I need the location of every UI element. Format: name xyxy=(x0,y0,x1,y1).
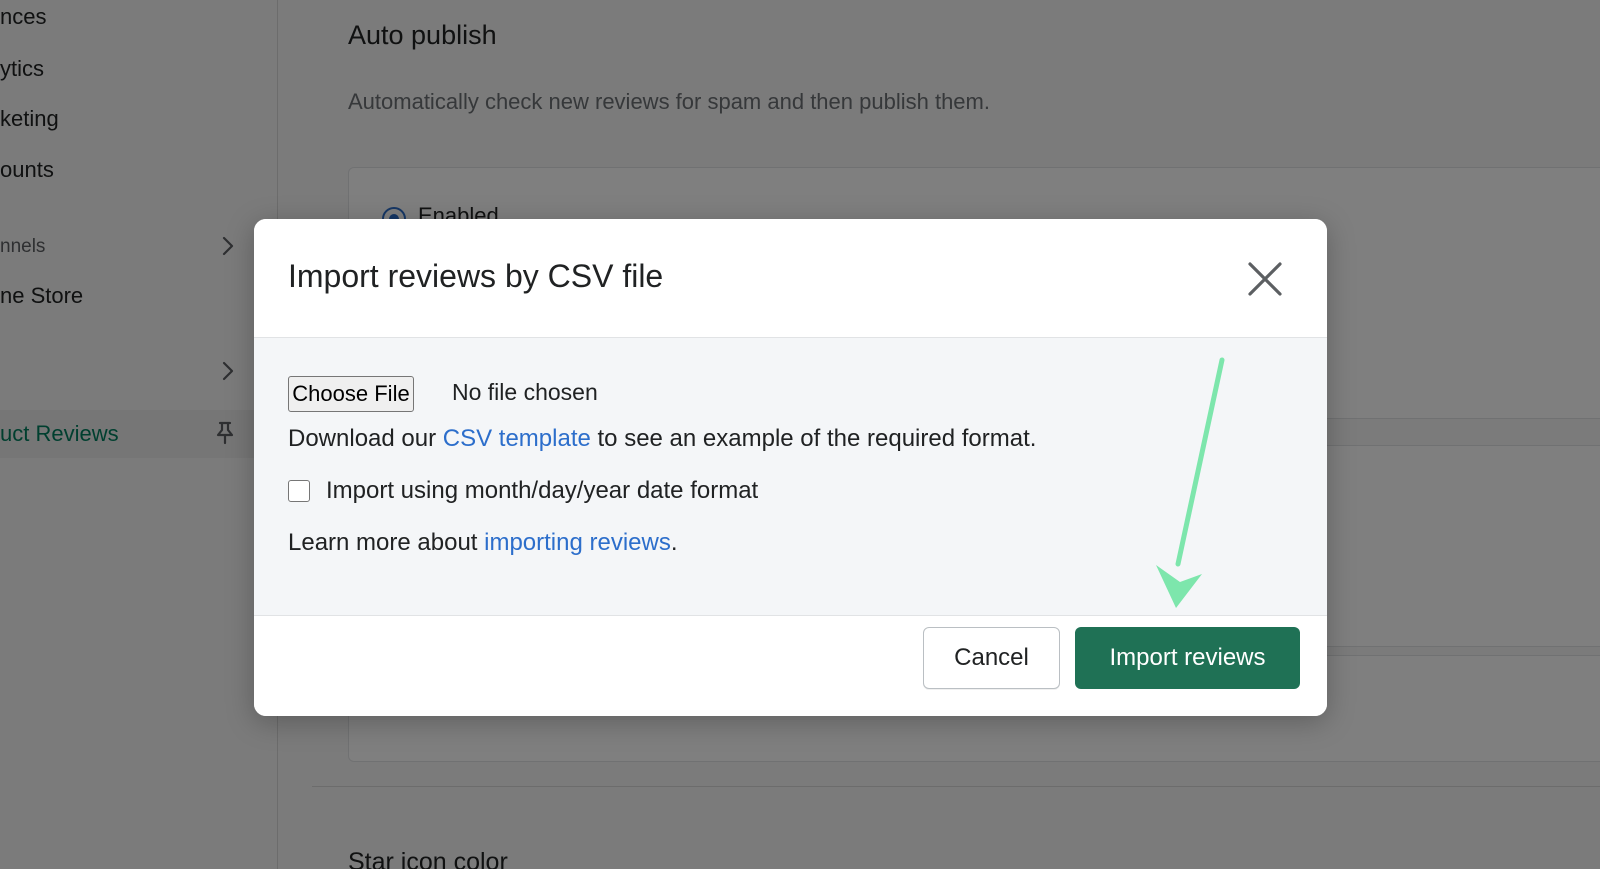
csv-template-hint: Download our CSV template to see an exam… xyxy=(288,425,1036,453)
modal-title: Import reviews by CSV file xyxy=(288,258,664,294)
date-format-checkbox-label[interactable]: Import using month/day/year date format xyxy=(326,477,758,505)
choose-file-button[interactable]: Choose File xyxy=(288,376,414,412)
app-window: nces ytics keting ounts nnels ne Store u… xyxy=(0,0,1600,869)
modal-header: Import reviews by CSV file xyxy=(254,219,1327,338)
date-format-checkbox[interactable] xyxy=(288,480,310,502)
hint-prefix: Download our xyxy=(288,425,443,452)
import-reviews-button[interactable]: Import reviews xyxy=(1075,627,1300,689)
learn-more-text: Learn more about importing reviews. xyxy=(288,529,678,557)
learn-more-prefix: Learn more about xyxy=(288,529,485,556)
close-icon[interactable] xyxy=(1244,258,1286,300)
import-reviews-modal: Import reviews by CSV file Choose File N… xyxy=(254,219,1327,716)
hint-suffix: to see an example of the required format… xyxy=(590,425,1037,452)
csv-template-link[interactable]: CSV template xyxy=(443,425,591,452)
cancel-button[interactable]: Cancel xyxy=(923,627,1060,689)
file-status-text: No file chosen xyxy=(452,379,598,405)
learn-more-suffix: . xyxy=(670,529,678,556)
importing-reviews-link[interactable]: importing reviews xyxy=(484,529,671,556)
